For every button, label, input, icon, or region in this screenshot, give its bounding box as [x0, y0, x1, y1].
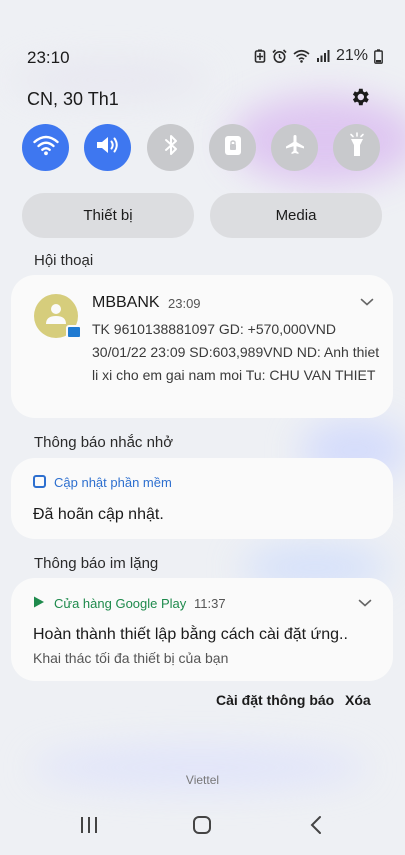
lock-icon [223, 133, 243, 162]
chevron-down-icon[interactable] [360, 297, 374, 307]
battery-saver-icon [254, 49, 266, 63]
sound-toggle[interactable] [84, 124, 131, 171]
status-icons: 21% [254, 47, 383, 65]
play-notification[interactable]: Cửa hàng Google Play 11:37 Hoàn thành th… [11, 578, 393, 681]
chevron-down-icon[interactable] [358, 598, 372, 608]
airplane-icon [283, 133, 307, 162]
flashlight-toggle[interactable] [333, 124, 380, 171]
back-icon [309, 815, 323, 840]
battery-icon [374, 48, 383, 64]
person-icon [45, 302, 67, 331]
bluetooth-toggle[interactable] [147, 124, 194, 171]
clear-button[interactable]: Xóa [345, 692, 371, 708]
mbbank-notification[interactable]: MBBANK 23:09 TK 9610138881097 GD: +570,0… [11, 275, 393, 418]
notification-app-name: Cửa hàng Google Play [54, 596, 187, 611]
notification-time: 11:37 [194, 596, 226, 611]
update-notification[interactable]: Cập nhật phần mềm Đã hoãn cập nhật. [11, 458, 393, 539]
bluetooth-icon [163, 133, 179, 162]
home-icon [192, 815, 212, 840]
notification-title: Hoàn thành thiết lập bằng cách cài đặt ứ… [33, 626, 348, 643]
recent-apps-icon [79, 816, 99, 839]
wifi-icon [32, 134, 59, 161]
notification-settings-button[interactable]: Cài đặt thông báo [216, 692, 334, 708]
battery-percent: 21% [335, 47, 368, 64]
notification-app-name: Cập nhật phần mềm [54, 475, 172, 490]
wifi-toggle[interactable] [22, 124, 69, 171]
reminders-header: Thông báo nhắc nhở [34, 434, 174, 451]
chat-badge-icon [66, 325, 82, 339]
gear-icon [349, 86, 371, 113]
wifi-icon [293, 49, 310, 63]
conversations-header: Hội thoại [34, 252, 94, 269]
device-output-button[interactable]: Thiết bị [22, 193, 194, 238]
software-update-icon [33, 475, 46, 488]
recent-apps-button[interactable] [74, 815, 104, 839]
navigation-bar [0, 800, 405, 855]
notification-time: 23:09 [168, 296, 201, 311]
quick-toggles [22, 124, 382, 172]
notification-body: TK 9610138881097 GD: +570,000VND 30/01/2… [92, 321, 380, 383]
media-output-button[interactable]: Media [210, 193, 382, 238]
notification-title: Đã hoãn cập nhật. [33, 506, 164, 523]
rotation-lock-toggle[interactable] [209, 124, 256, 171]
silent-header: Thông báo im lặng [34, 555, 159, 572]
airplane-toggle[interactable] [271, 124, 318, 171]
back-button[interactable] [301, 815, 331, 839]
notification-subtitle: Khai thác tối đa thiết bị của bạn [33, 650, 229, 666]
signal-icon [316, 49, 330, 63]
date-text: CN, 30 Th1 [27, 89, 119, 109]
home-button[interactable] [187, 815, 217, 839]
carrier-label: Viettel [185, 773, 220, 787]
volume-icon [95, 134, 121, 161]
notification-sender: MBBANK [92, 294, 160, 311]
status-time: 23:10 [27, 48, 70, 67]
alarm-icon [272, 48, 287, 64]
settings-button[interactable] [346, 85, 374, 113]
flashlight-icon [348, 132, 366, 163]
status-bar [0, 0, 405, 50]
play-store-icon [34, 596, 44, 608]
